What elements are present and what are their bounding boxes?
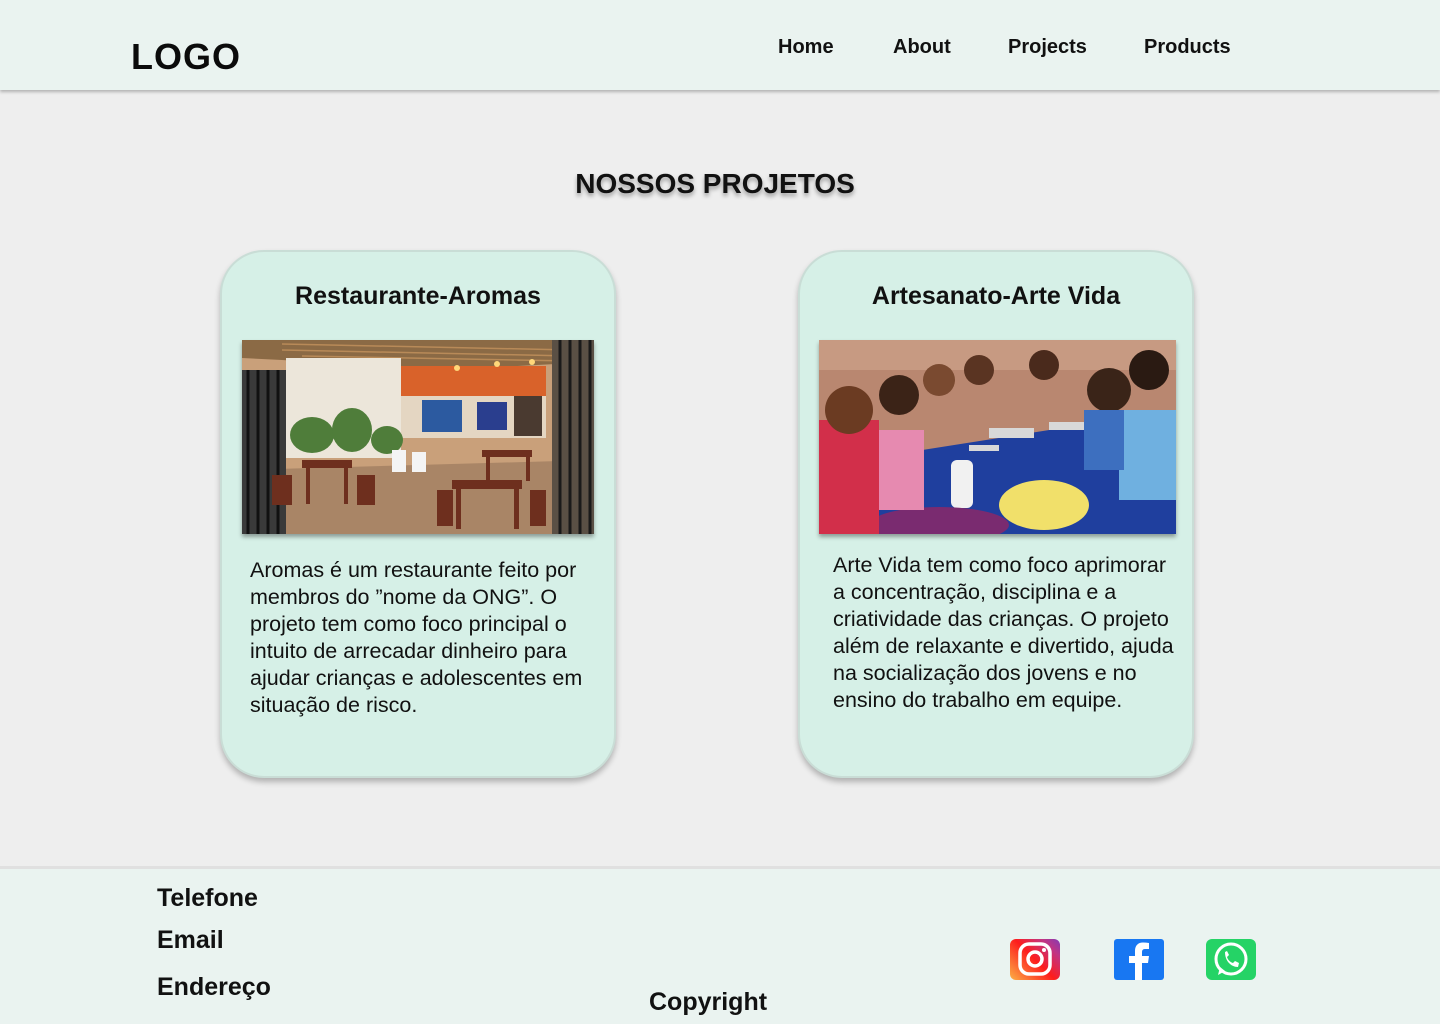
logo[interactable]: LOGO [131,36,241,78]
footer-address: Endereço [157,973,271,1001]
page-title: NOSSOS PROJETOS [575,168,855,199]
whatsapp-icon[interactable] [1206,939,1256,980]
project-card-title: Restaurante-Aromas [295,282,541,310]
site-header: LOGO Home About Projects Products [0,0,1440,90]
footer-phone: Telefone [157,884,258,912]
project-card-title: Artesanato-Arte Vida [871,282,1121,310]
crafts-photo [819,340,1176,534]
nav-products[interactable]: Products [1144,36,1231,59]
project-card-description: Aromas é um restaurante feito por membro… [250,558,583,717]
project-card-description: Arte Vida tem como foco aprimorar a conc… [833,553,1174,712]
copyright: Copyright [649,988,768,1016]
project-card-artesanato[interactable]: Artesanato-Arte Vida Arte Vida tem como … [798,250,1194,778]
facebook-icon[interactable] [1114,939,1164,980]
site-footer: Telefone Email Endereço Copyright [0,866,1440,1024]
instagram-icon[interactable] [1010,939,1060,980]
nav-home[interactable]: Home [778,36,834,59]
nav-projects[interactable]: Projects [1008,36,1087,59]
project-card-restaurante[interactable]: Restaurante-Aromas Aromas é um restauran… [220,250,616,778]
nav-about[interactable]: About [893,36,951,59]
restaurant-photo [242,340,594,534]
footer-email: Email [157,926,224,954]
